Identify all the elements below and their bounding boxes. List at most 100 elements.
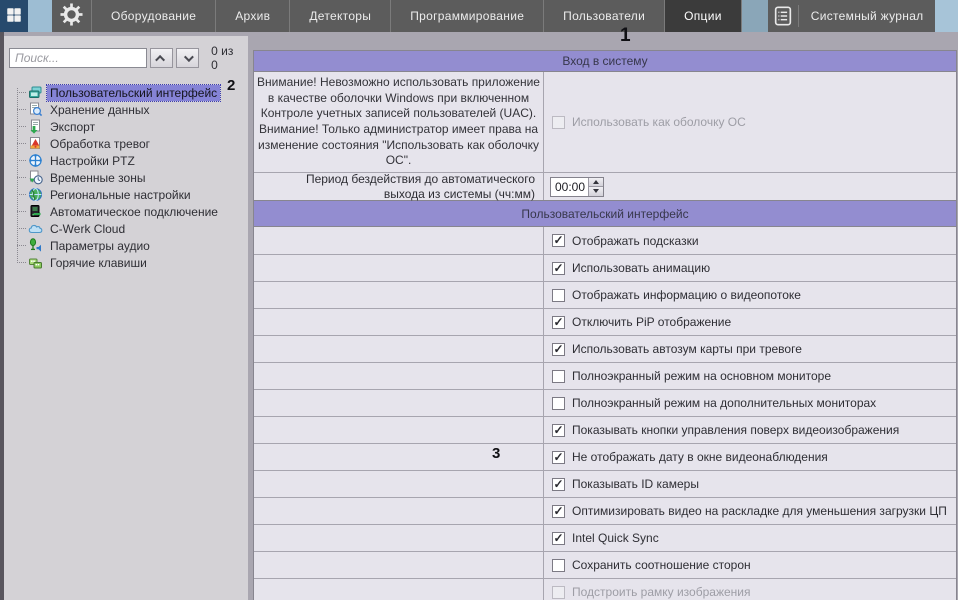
hotkeys-icon — [28, 255, 43, 270]
tree-item-label: Настройки PTZ — [47, 153, 138, 169]
spinner-buttons — [588, 178, 603, 196]
option-row-left-cell — [254, 579, 544, 600]
option-checkbox[interactable] — [552, 370, 565, 383]
cloud-icon — [28, 221, 43, 236]
option-label: Полноэкранный режим на дополнительных мо… — [572, 396, 876, 410]
option-label: Подстроить рамку изображения — [572, 585, 750, 599]
search-result-counter: 0 из 0 — [211, 44, 242, 72]
option-checkbox[interactable] — [552, 532, 565, 545]
tree-item-label: Региональные настройки — [47, 187, 194, 203]
spinner-up-button[interactable] — [589, 178, 603, 187]
tree-connector — [17, 92, 26, 93]
triangle-down-icon — [593, 189, 599, 193]
tree-item-label: Экспорт — [47, 119, 98, 135]
option-row-3: Отображать информацию о видеопотоке — [254, 281, 956, 308]
option-row-right-cell: Отображать информацию о видеопотоке — [544, 282, 956, 308]
option-checkbox[interactable] — [552, 505, 565, 518]
ui-panel-icon — [28, 85, 43, 100]
toolbar-tabs: ОборудованиеАрхивДетекторыПрограммирован… — [92, 0, 742, 32]
tree-item-6[interactable]: Временные зоны — [4, 169, 248, 186]
tree-item-11[interactable]: Горячие клавиши — [4, 254, 248, 271]
option-label: Не отображать дату в окне видеонаблюдени… — [572, 450, 828, 464]
option-row-right-cell: Сохранить соотношение сторон — [544, 552, 956, 578]
option-row-right-cell: Отображать подсказки — [544, 227, 956, 254]
tree-item-2[interactable]: Хранение данных — [4, 101, 248, 118]
tree-connector — [17, 262, 26, 263]
option-row-right-cell: Подстроить рамку изображения — [544, 579, 956, 600]
toolbar-fill — [935, 0, 958, 32]
apps-grid-button[interactable] — [0, 0, 28, 32]
option-checkbox[interactable] — [552, 451, 565, 464]
triangle-up-icon — [593, 180, 599, 184]
top-toolbar: ОборудованиеАрхивДетекторыПрограммирован… — [0, 0, 958, 32]
gear-icon — [60, 3, 83, 29]
option-label: Оптимизировать видео на раскладке для ум… — [572, 504, 947, 518]
shell-warning-cell: Внимание! Невозможно использовать прилож… — [254, 72, 544, 172]
option-label: Полноэкранный режим на основном мониторе — [572, 369, 831, 383]
search-row: 0 из 0 — [4, 36, 248, 78]
option-checkbox[interactable] — [552, 343, 565, 356]
tab-4[interactable]: Программирование — [391, 0, 544, 32]
tab-6[interactable]: Опции — [665, 0, 742, 32]
option-label: Сохранить соотношение сторон — [572, 558, 751, 572]
idle-period-label: Период бездействия до автоматического вы… — [254, 173, 544, 200]
options-panel: Вход в систему Внимание! Невозможно испо… — [253, 50, 957, 600]
system-log-label[interactable]: Системный журнал — [803, 9, 936, 23]
option-checkbox[interactable] — [552, 316, 565, 329]
tree-item-3[interactable]: Экспорт — [4, 118, 248, 135]
option-label: Отключить PiP отображение — [572, 315, 731, 329]
tree-item-9[interactable]: C-Werk Cloud — [4, 220, 248, 237]
option-checkbox[interactable] — [552, 478, 565, 491]
option-row-right-cell: Использовать анимацию — [544, 255, 956, 281]
shell-option-cell: Использовать как оболочку ОС — [544, 72, 956, 172]
option-checkbox[interactable] — [552, 234, 565, 247]
tree-item-5[interactable]: Настройки PTZ — [4, 152, 248, 169]
option-checkbox[interactable] — [552, 586, 565, 599]
search-prev-button[interactable] — [150, 48, 173, 68]
tab-1[interactable]: Оборудование — [92, 0, 216, 32]
settings-gear-button[interactable] — [52, 0, 92, 32]
journal-icon — [768, 5, 798, 27]
tree-connector — [17, 143, 26, 144]
option-row-9: Не отображать дату в окне видеонаблюдени… — [254, 443, 956, 470]
option-checkbox[interactable] — [552, 262, 565, 275]
search-next-button[interactable] — [176, 48, 199, 68]
tab-5[interactable]: Пользователи — [544, 0, 665, 32]
tree-connector — [17, 194, 26, 195]
search-input[interactable] — [9, 48, 147, 68]
idle-period-value[interactable]: 00:00 — [551, 178, 588, 196]
tree-item-7[interactable]: Региональные настройки — [4, 186, 248, 203]
option-label: Intel Quick Sync — [572, 531, 659, 545]
option-label: Использовать автозум карты при тревоге — [572, 342, 802, 356]
tree-item-10[interactable]: Параметры аудио — [4, 237, 248, 254]
spinner-down-button[interactable] — [589, 186, 603, 196]
tree-connector — [17, 126, 26, 127]
tree-item-4[interactable]: Обработка тревог — [4, 135, 248, 152]
system-log-button[interactable]: Системный журнал — [768, 0, 936, 32]
tree-item-1[interactable]: Пользовательский интерфейс — [4, 84, 248, 101]
option-row-left-cell — [254, 309, 544, 335]
option-row-2: Использовать анимацию — [254, 254, 956, 281]
option-label: Использовать анимацию — [572, 261, 710, 275]
option-label: Показывать ID камеры — [572, 477, 699, 491]
tab-2[interactable]: Архив — [216, 0, 290, 32]
callout-1: 1 — [620, 25, 631, 47]
shell-checkbox[interactable] — [552, 116, 565, 129]
option-row-right-cell: Отключить PiP отображение — [544, 309, 956, 335]
tree-item-8[interactable]: Автоматическое подключение — [4, 203, 248, 220]
tree-connector — [17, 109, 26, 110]
tab-3[interactable]: Детекторы — [290, 0, 391, 32]
option-checkbox[interactable] — [552, 559, 565, 572]
option-checkbox[interactable] — [552, 424, 565, 437]
ui-section-header: Пользовательский интерфейс — [254, 200, 956, 227]
option-row-4: Отключить PiP отображение — [254, 308, 956, 335]
option-row-1: Отображать подсказки — [254, 227, 956, 254]
option-row-left-cell — [254, 336, 544, 362]
callout-3: 3 — [492, 445, 500, 462]
option-row-right-cell: Intel Quick Sync — [544, 525, 956, 551]
option-label: Отображать информацию о видеопотоке — [572, 288, 801, 302]
option-row-right-cell: Не отображать дату в окне видеонаблюдени… — [544, 444, 956, 470]
chevron-up-icon — [155, 54, 165, 64]
option-checkbox[interactable] — [552, 397, 565, 410]
option-checkbox[interactable] — [552, 289, 565, 302]
